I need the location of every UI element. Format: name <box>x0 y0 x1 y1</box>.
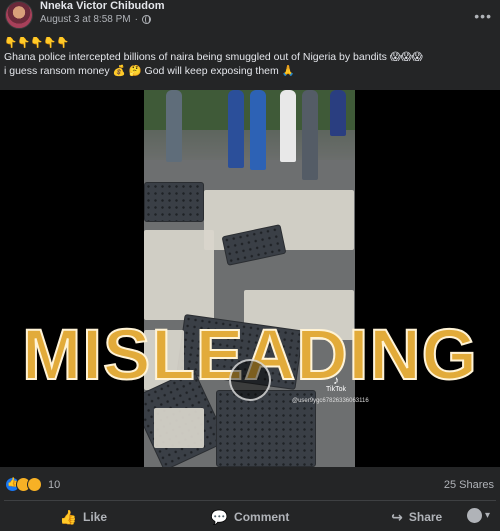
comment-label: Comment <box>234 510 290 524</box>
post-timestamp[interactable]: August 3 at 8:58 PM <box>40 14 131 25</box>
post-text: 👇👇👇👇👇 Ghana police intercepted billions … <box>4 36 496 78</box>
like-button[interactable]: 👍 Like <box>0 503 167 531</box>
play-icon[interactable] <box>229 359 271 401</box>
video-person <box>250 90 266 170</box>
share-label: Share <box>408 510 443 524</box>
video-cash-pile <box>144 230 214 320</box>
post-stats: 10 25 Shares <box>0 474 500 496</box>
chevron-down-icon: ▾ <box>484 510 490 521</box>
video-person <box>280 90 296 162</box>
more-options-icon[interactable]: ••• <box>474 8 492 24</box>
shares-count[interactable]: 25 Shares <box>444 479 494 491</box>
video-person <box>302 90 318 180</box>
tiktok-watermark: ♪ TikTok <box>326 374 346 393</box>
author-name[interactable]: Nneka Victor Chibudom <box>40 0 164 12</box>
post-text-line: i guess ransom money 💰 🤔 God will keep e… <box>4 65 295 77</box>
actions-divider <box>4 500 496 501</box>
reactions-summary[interactable]: 10 <box>5 477 60 492</box>
profile-avatar-icon <box>466 508 482 523</box>
post-header: Nneka Victor Chibudom August 3 at 8:58 P… <box>0 0 500 32</box>
video-person <box>330 90 346 136</box>
comment-button[interactable]: 💬 Comment <box>167 503 334 531</box>
post-actions: 👍 Like 💬 Comment ↪ Share <box>0 503 500 531</box>
tiktok-handle: @user9ygc67826336063116 <box>292 398 369 404</box>
post-text-line: Ghana police intercepted billions of nai… <box>4 51 423 63</box>
video-crate <box>144 182 204 222</box>
comment-bubble-icon: 💬 <box>210 508 229 525</box>
author-avatar[interactable] <box>5 1 33 29</box>
audience-selector[interactable]: ▾ <box>466 508 490 523</box>
post-text-line: 👇👇👇👇👇 <box>4 37 70 49</box>
video-cash-pile <box>154 408 204 448</box>
tiktok-brand: TikTok <box>326 386 346 393</box>
video-person <box>228 90 244 168</box>
tiktok-icon: ♪ <box>332 373 339 387</box>
share-arrow-icon: ↪ <box>391 508 403 525</box>
like-label: Like <box>83 510 108 524</box>
post-meta: August 3 at 8:58 PM · <box>40 14 151 25</box>
thumbs-up-icon: 👍 <box>59 508 78 525</box>
video-player[interactable]: MISLEADING ♪ TikTok @user9ygc67826336063… <box>0 90 500 467</box>
sad-reaction-icon <box>27 477 42 492</box>
reaction-count: 10 <box>48 478 61 491</box>
meta-separator: · <box>134 14 138 25</box>
video-person <box>166 90 182 162</box>
globe-icon <box>141 15 151 24</box>
video-frame <box>144 90 355 467</box>
